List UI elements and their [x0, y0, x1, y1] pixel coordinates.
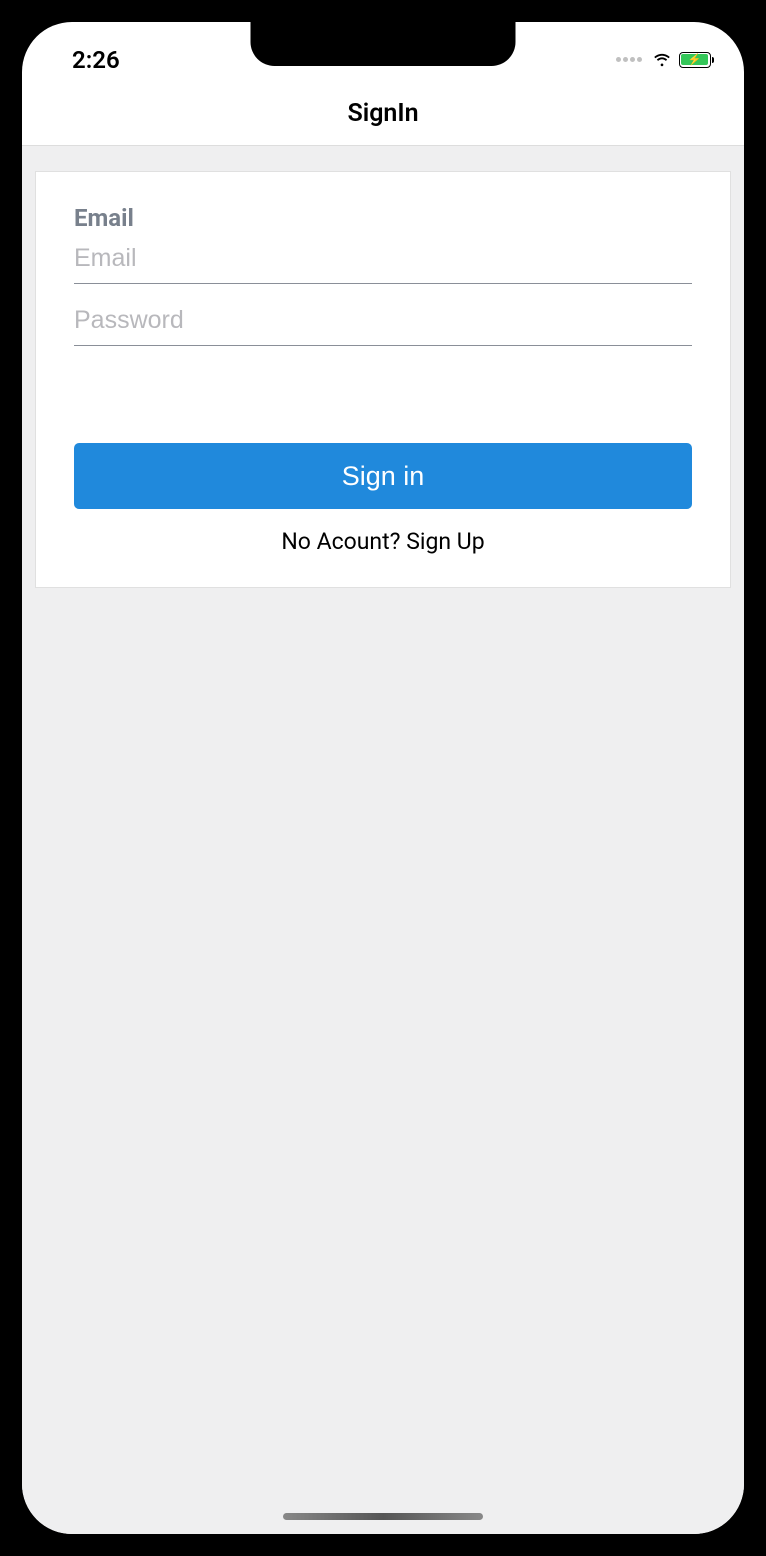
password-input[interactable]: [74, 306, 692, 335]
device-notch: [251, 22, 516, 66]
content-area: Email Sign in No Acount? Sign Up: [22, 146, 744, 1534]
signin-button[interactable]: Sign in: [74, 443, 692, 509]
home-indicator[interactable]: [283, 1513, 483, 1520]
signup-link[interactable]: No Acount? Sign Up: [74, 524, 692, 559]
page-title: SignIn: [347, 99, 418, 128]
wifi-icon: [651, 47, 673, 73]
signin-card: Email Sign in No Acount? Sign Up: [35, 171, 731, 588]
cellular-signal-icon: [616, 57, 642, 62]
email-input[interactable]: [74, 244, 692, 273]
battery-icon: ⚡: [679, 52, 715, 68]
navigation-header: SignIn: [22, 82, 744, 146]
status-time: 2:26: [52, 46, 120, 74]
email-label: Email: [74, 204, 692, 232]
